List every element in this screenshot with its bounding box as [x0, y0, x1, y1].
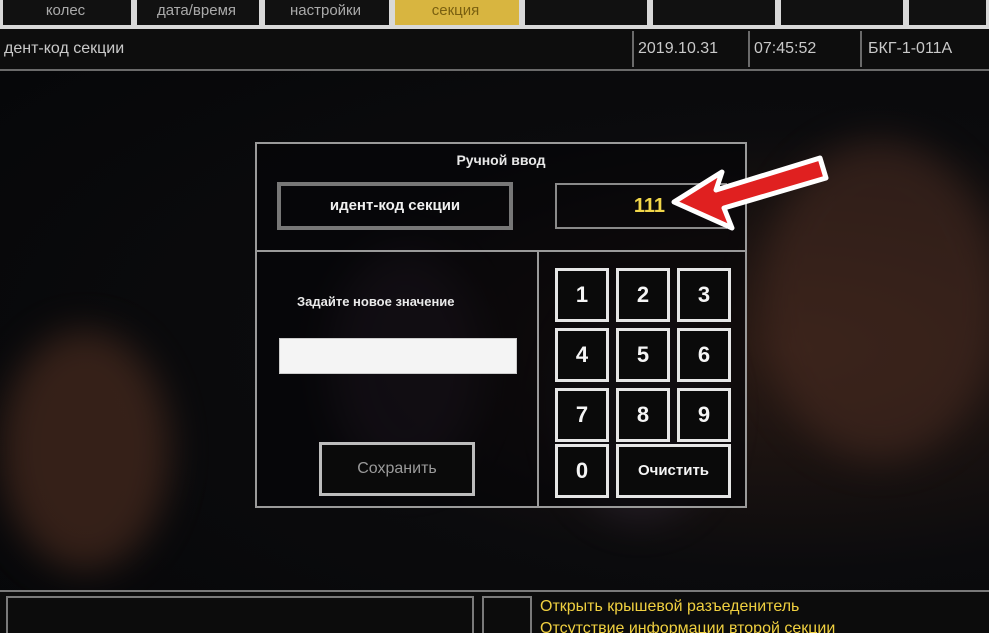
indicator-box [482, 596, 532, 633]
tab-wheels[interactable]: колес [0, 0, 134, 25]
key-6[interactable]: 6 [677, 328, 731, 382]
tab-settings[interactable]: настройки [262, 0, 392, 25]
status-bar: дент-код секции 2019.10.31 07:45:52 БКГ-… [0, 29, 989, 71]
key-9[interactable]: 9 [677, 388, 731, 442]
divider [748, 31, 750, 67]
new-value-input[interactable] [279, 338, 517, 374]
tab-empty[interactable] [522, 0, 650, 25]
status-time: 07:45:52 [754, 40, 817, 57]
key-0[interactable]: 0 [555, 444, 609, 498]
divider [537, 250, 539, 506]
save-button[interactable]: Сохранить [319, 442, 475, 496]
tab-empty[interactable] [778, 0, 906, 25]
divider [632, 31, 634, 67]
tab-datetime[interactable]: дата/время [134, 0, 262, 25]
divider [257, 250, 745, 252]
tab-section[interactable]: секция [392, 0, 522, 25]
tab-empty[interactable] [650, 0, 778, 25]
new-value-prompt: Задайте новое значение [297, 294, 455, 309]
key-1[interactable]: 1 [555, 268, 609, 322]
hmi-screen: колес дата/время настройки секция дент-к… [0, 0, 989, 633]
key-7[interactable]: 7 [555, 388, 609, 442]
annotation-arrow-icon [671, 155, 829, 231]
field-label: идент-код секции [277, 182, 513, 230]
empty-panel [6, 596, 474, 633]
message-line: Отсутствие информации второй секции [540, 620, 836, 633]
tab-empty[interactable] [906, 0, 989, 25]
clear-button[interactable]: Очистить [616, 444, 731, 498]
status-unit: БКГ-1-011А [868, 40, 953, 57]
key-4[interactable]: 4 [555, 328, 609, 382]
message-line: Открыть крышевой разъеденитель [540, 598, 800, 615]
key-5[interactable]: 5 [616, 328, 670, 382]
key-8[interactable]: 8 [616, 388, 670, 442]
tab-bar: колес дата/время настройки секция [0, 0, 989, 29]
key-3[interactable]: 3 [677, 268, 731, 322]
status-date: 2019.10.31 [638, 40, 719, 57]
message-panel: Открыть крышевой разъеденитель Отсутстви… [0, 590, 989, 633]
reflection [0, 330, 170, 570]
page-title: дент-код секции [4, 40, 125, 57]
key-2[interactable]: 2 [616, 268, 670, 322]
divider [860, 31, 862, 67]
